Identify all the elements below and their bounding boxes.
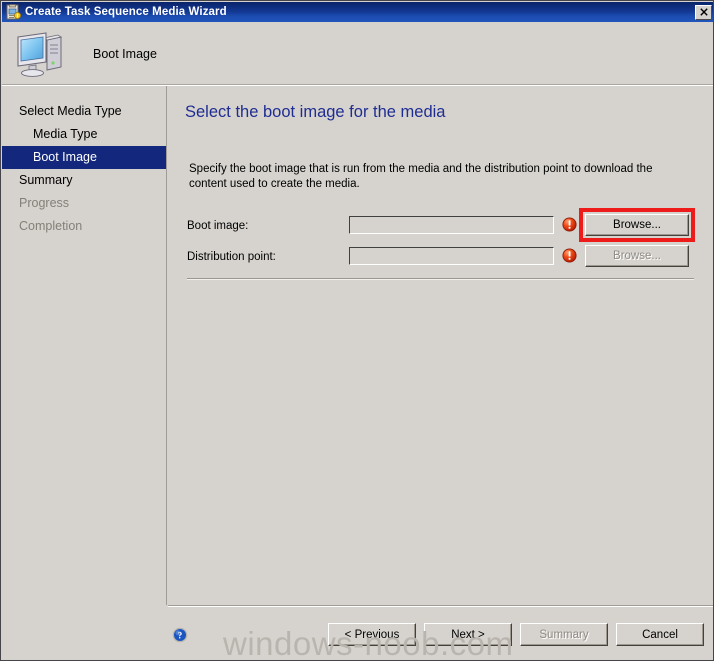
wizard-media-icon xyxy=(5,4,22,20)
wizard-content: Select the boot image for the media Spec… xyxy=(168,86,713,604)
close-icon xyxy=(699,8,708,16)
page-description: Specify the boot image that is run from … xyxy=(189,163,653,190)
header-title: Boot Image xyxy=(93,46,157,61)
footer-divider-highlight xyxy=(168,606,713,607)
sidebar-item-progress: Progress xyxy=(19,196,70,210)
distribution-point-label: Distribution point: xyxy=(187,251,276,263)
boot-image-label: Boot image: xyxy=(187,220,249,232)
page-title: Select the boot image for the media xyxy=(185,103,446,121)
boot-image-form: Boot image: Browse... Distribution point… xyxy=(187,208,695,276)
form-row-distribution-point: Distribution point: Browse... xyxy=(187,245,695,276)
title-bar: Create Task Sequence Media Wizard xyxy=(2,2,713,22)
sidebar-item-media-type[interactable]: Media Type xyxy=(2,123,166,146)
computer-icon xyxy=(14,29,70,79)
sidebar-item-completion: Completion xyxy=(19,219,83,233)
error-icon xyxy=(562,217,577,232)
svg-text:?: ? xyxy=(178,631,183,641)
previous-button[interactable]: < Previous xyxy=(328,623,416,646)
distribution-point-input[interactable] xyxy=(349,247,554,265)
footer-button-group: < Previous Next > Summary Cancel xyxy=(328,623,704,646)
wizard-sidebar: Select Media Type Media Type Boot Image … xyxy=(2,86,167,660)
help-icon[interactable]: ? xyxy=(172,627,188,643)
close-button[interactable] xyxy=(695,4,712,20)
form-separator xyxy=(187,278,694,280)
wizard-window: Create Task Sequence Media Wizard Boot I… xyxy=(0,0,714,661)
sidebar-item-select-media-type[interactable]: Select Media Type xyxy=(2,100,166,123)
cancel-button[interactable]: Cancel xyxy=(616,623,704,646)
next-button[interactable]: Next > xyxy=(424,623,512,646)
window-title: Create Task Sequence Media Wizard xyxy=(25,6,227,18)
browse-boot-image-button[interactable]: Browse... xyxy=(585,214,689,236)
browse-distribution-point-button: Browse... xyxy=(585,245,689,267)
wizard-footer: ? < Previous Next > Summary Cancel xyxy=(2,605,713,660)
sidebar-item-boot-image[interactable]: Boot Image xyxy=(2,146,166,169)
summary-button: Summary xyxy=(520,623,608,646)
boot-image-input[interactable] xyxy=(349,216,554,234)
form-row-boot-image: Boot image: Browse... xyxy=(187,208,695,245)
sidebar-item-summary[interactable]: Summary xyxy=(2,169,166,192)
error-icon xyxy=(562,248,577,263)
wizard-header: Boot Image xyxy=(2,22,713,85)
